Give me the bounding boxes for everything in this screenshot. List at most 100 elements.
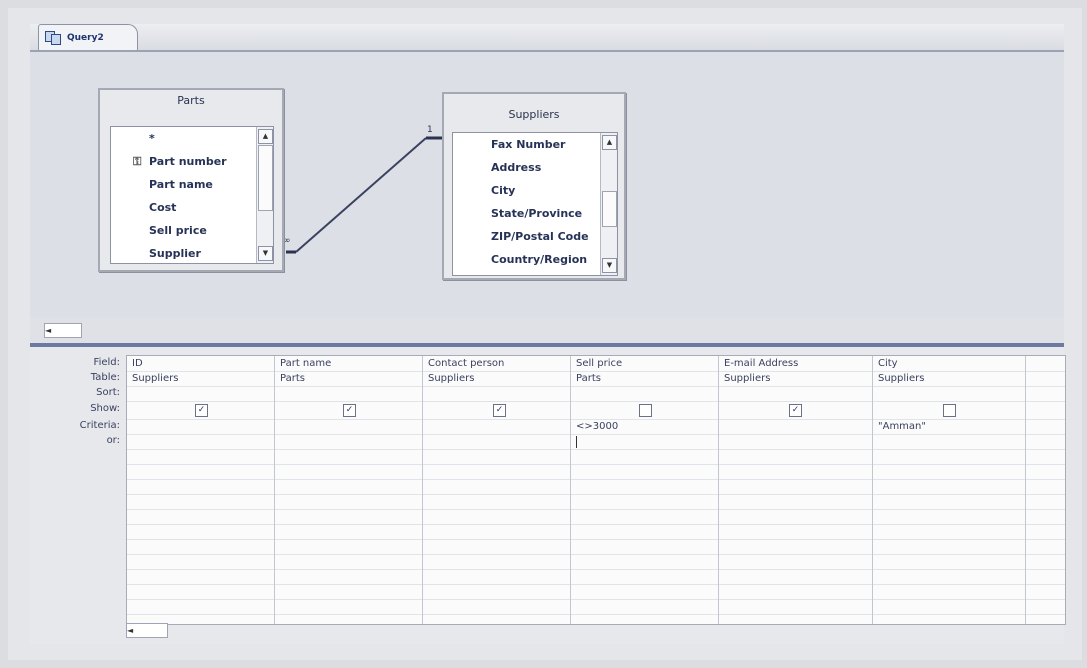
field-item[interactable]: * — [111, 127, 273, 150]
field-label: * — [149, 132, 155, 145]
field-label: Sell price — [149, 224, 207, 237]
field-cell[interactable]: Sell price — [571, 356, 718, 371]
grid-column[interactable]: Sell price Parts <>3000 — [571, 356, 719, 624]
scroll-left-glyph: ◄ — [45, 326, 52, 335]
show-checkbox[interactable]: ✓ — [195, 404, 208, 417]
field-label: Address — [491, 161, 542, 174]
sort-cell[interactable] — [873, 386, 1025, 401]
grid-column-empty[interactable] — [1026, 356, 1064, 624]
field-item[interactable]: State/Province — [453, 202, 617, 225]
table-title: Suppliers — [508, 108, 560, 121]
sort-cell[interactable] — [275, 386, 422, 401]
show-checkbox[interactable]: ✓ — [343, 404, 356, 417]
field-cell[interactable]: Contact person — [423, 356, 570, 371]
query-design-surface[interactable]: ∞ 1 Parts * ⚿ Part number Part name Cost … — [30, 52, 1064, 317]
sort-cell[interactable] — [719, 386, 872, 401]
table-cell[interactable]: Parts — [571, 371, 718, 386]
table-cell[interactable]: Suppliers — [719, 371, 872, 386]
join-connector — [295, 137, 427, 253]
criteria-cell[interactable]: <>3000 — [571, 419, 618, 434]
sort-cell[interactable] — [127, 386, 274, 401]
check-icon: ✓ — [791, 405, 800, 415]
row-label-sort: Sort: — [96, 387, 120, 398]
query-design-grid[interactable]: ID Suppliers ✓ Part name Parts ✓ Contact… — [126, 355, 1066, 625]
primary-key-icon: ⚿ — [133, 155, 142, 168]
row-label-criteria: Criteria: — [79, 420, 120, 431]
scroll-down-icon[interactable]: ▼ — [602, 258, 617, 273]
show-checkbox[interactable]: ✓ — [493, 404, 506, 417]
suppliers-field-list[interactable]: Fax Number Address City State/Province Z… — [452, 132, 618, 276]
query-design-grid-pane: Field: Table: Sort: Show: Criteria: or: … — [30, 347, 1066, 644]
grid-column[interactable]: Contact person Suppliers ✓ — [423, 356, 571, 624]
field-item-key[interactable]: ⚿ Part number — [111, 150, 273, 173]
check-icon: ✓ — [495, 405, 504, 415]
field-item[interactable]: Cost — [111, 196, 273, 219]
scroll-thumb[interactable] — [258, 145, 273, 211]
parts-field-list[interactable]: * ⚿ Part number Part name Cost Sell price… — [110, 126, 274, 264]
row-label-table: Table: — [90, 372, 120, 383]
field-item[interactable]: Sell price — [111, 219, 273, 242]
grid-column[interactable]: City Suppliers "Amman" — [873, 356, 1026, 624]
row-label-show: Show: — [90, 403, 120, 414]
scroll-up-icon[interactable]: ▲ — [258, 129, 273, 144]
row-label-field: Field: — [93, 357, 120, 368]
field-label: ZIP/Postal Code — [491, 230, 589, 243]
sort-cell[interactable] — [571, 386, 718, 401]
suppliers-table-box[interactable]: Suppliers Fax Number Address City State/… — [442, 92, 626, 280]
tab-query2[interactable]: Query2 — [38, 24, 138, 50]
scroll-left-icon[interactable]: ◄ — [44, 323, 82, 338]
table-title: Parts — [177, 94, 205, 107]
show-checkbox[interactable] — [639, 404, 652, 417]
table-cell[interactable]: Suppliers — [423, 371, 570, 386]
field-cell[interactable]: City — [873, 356, 1025, 371]
row-label-or: or: — [106, 435, 120, 446]
text-cursor — [576, 436, 577, 448]
field-label: City — [491, 184, 516, 197]
suppliers-vertical-scrollbar[interactable]: ▲ ▼ — [600, 133, 617, 275]
field-label: Country/Region — [491, 253, 588, 266]
grid-scroll-left-icon[interactable]: ◄ — [126, 623, 168, 638]
field-item[interactable]: ZIP/Postal Code — [453, 225, 617, 248]
field-item[interactable]: Supplier — [111, 242, 273, 263]
field-label: Part name — [149, 178, 213, 191]
show-checkbox[interactable]: ✓ — [789, 404, 802, 417]
field-cell[interactable] — [1026, 356, 1064, 371]
query-icon — [45, 31, 61, 45]
table-cell[interactable]: Suppliers — [873, 371, 1025, 386]
scroll-up-icon[interactable]: ▲ — [602, 135, 617, 150]
grid-column[interactable]: Part name Parts ✓ — [275, 356, 423, 624]
field-item[interactable]: Part name — [111, 173, 273, 196]
field-item[interactable]: Country/Region — [453, 248, 617, 271]
show-checkbox[interactable] — [943, 404, 956, 417]
field-label: State/Province — [491, 207, 583, 220]
field-item[interactable]: Address — [453, 156, 617, 179]
field-label: Part number — [149, 155, 227, 168]
scroll-left-glyph: ◄ — [127, 626, 134, 635]
field-cell[interactable]: ID — [127, 356, 274, 371]
field-cell[interactable]: E-mail Address — [719, 356, 872, 371]
field-item[interactable]: City — [453, 179, 617, 202]
field-cell[interactable]: Part name — [275, 356, 422, 371]
many-side-symbol: ∞ — [283, 236, 291, 246]
field-label: Supplier — [149, 247, 201, 260]
field-item[interactable]: Fax Number — [453, 133, 617, 156]
field-label: Cost — [149, 201, 177, 214]
grid-row-labels: Field: Table: Sort: Show: Criteria: or: — [30, 355, 122, 448]
design-horizontal-scroll-area: ◄ — [30, 317, 1064, 343]
scroll-down-icon[interactable]: ▼ — [258, 246, 273, 261]
check-icon: ✓ — [345, 405, 354, 415]
sort-cell[interactable] — [423, 386, 570, 401]
field-label: Fax Number — [491, 138, 566, 151]
tab-label: Query2 — [67, 32, 104, 43]
criteria-cell[interactable]: "Amman" — [873, 419, 926, 434]
parts-table-box[interactable]: Parts * ⚿ Part number Part name Cost Sell… — [98, 88, 284, 272]
one-side-symbol: 1 — [427, 125, 433, 135]
scroll-thumb[interactable] — [602, 191, 617, 227]
table-cell[interactable]: Parts — [275, 371, 422, 386]
table-cell[interactable]: Suppliers — [127, 371, 274, 386]
document-tab-bar: Query2 — [30, 24, 1064, 52]
parts-vertical-scrollbar[interactable]: ▲ ▼ — [256, 127, 273, 263]
check-icon: ✓ — [197, 405, 206, 415]
grid-column[interactable]: ID Suppliers ✓ — [127, 356, 275, 624]
grid-column[interactable]: E-mail Address Suppliers ✓ — [719, 356, 873, 624]
